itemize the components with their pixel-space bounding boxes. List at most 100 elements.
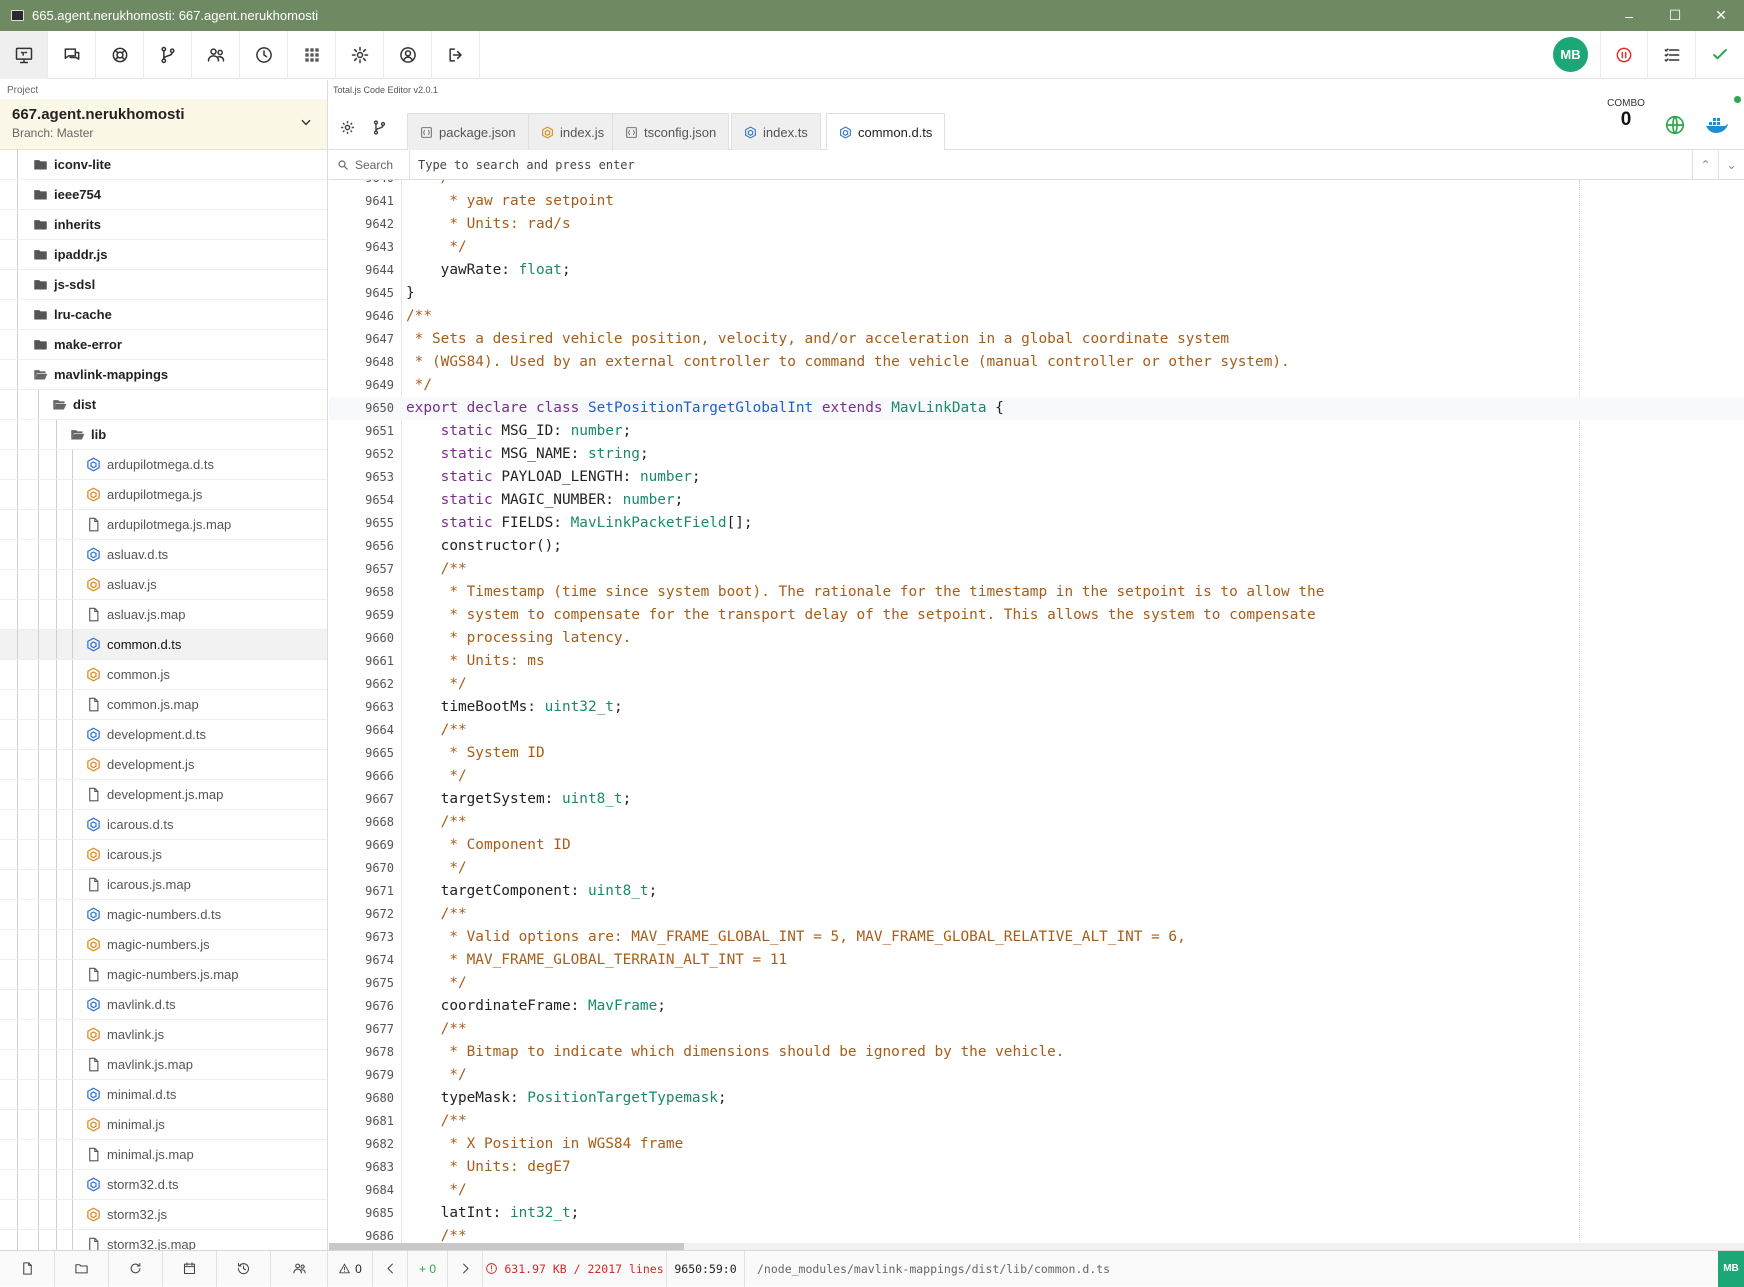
- code-line: 9644 yawRate: float;: [329, 259, 1744, 282]
- history-icon[interactable]: [217, 1250, 271, 1287]
- tree-item[interactable]: storm32.js.map: [0, 1230, 327, 1250]
- globe-icon[interactable]: [1659, 108, 1691, 142]
- code-token: ;: [717, 1090, 727, 1106]
- tree-item[interactable]: ardupilotmega.d.ts: [0, 450, 327, 480]
- file-icon[interactable]: [0, 1250, 55, 1287]
- branch-icon[interactable]: [144, 31, 192, 79]
- tree-item[interactable]: minimal.js.map: [0, 1140, 327, 1170]
- search-prev-button[interactable]: ⌃: [1692, 149, 1718, 180]
- stop-icon[interactable]: [1600, 31, 1648, 79]
- tree-item[interactable]: common.js: [0, 660, 327, 690]
- folder-icon[interactable]: [55, 1250, 109, 1287]
- apps-icon[interactable]: [288, 31, 336, 79]
- line-text: * Timestamp (time since system boot). Th…: [406, 581, 1324, 604]
- line-text: /**: [406, 1018, 467, 1041]
- tree-guide: [56, 810, 57, 839]
- tree-item[interactable]: asluav.js: [0, 570, 327, 600]
- tab-package-json[interactable]: package.json: [407, 113, 529, 150]
- tree-item[interactable]: mavlink-mappings: [0, 360, 327, 390]
- code-line: 9650 export declare class SetPositionTarg…: [329, 397, 1744, 420]
- tree-item[interactable]: js-sdsl: [0, 270, 327, 300]
- maximize-button[interactable]: ☐: [1652, 0, 1698, 31]
- scrollbar-thumb[interactable]: [329, 1243, 684, 1250]
- user-avatar[interactable]: MB: [1553, 37, 1588, 72]
- close-button[interactable]: ✕: [1698, 0, 1744, 31]
- user-circle-icon[interactable]: [384, 31, 432, 79]
- tree-item[interactable]: magic-numbers.d.ts: [0, 900, 327, 930]
- settings-icon[interactable]: [331, 110, 363, 144]
- code-editor[interactable]: 9640 /**9641 * yaw rate setpoint9642 * U…: [329, 180, 1744, 1246]
- tree-item[interactable]: common.js.map: [0, 690, 327, 720]
- tree-item[interactable]: icarous.js: [0, 840, 327, 870]
- tab-index-js[interactable]: index.js: [528, 113, 618, 150]
- warnings[interactable]: 0: [328, 1250, 373, 1287]
- chevron-right-icon[interactable]: [448, 1250, 483, 1287]
- tree-item[interactable]: magic-numbers.js: [0, 930, 327, 960]
- lifebuoy-icon[interactable]: [96, 31, 144, 79]
- tree-item[interactable]: common.d.ts: [0, 630, 327, 660]
- tree-item[interactable]: minimal.d.ts: [0, 1080, 327, 1110]
- changes-count[interactable]: + 0: [408, 1250, 448, 1287]
- search-input[interactable]: Type to search and press enter: [409, 149, 1692, 180]
- team-icon[interactable]: [271, 1250, 328, 1287]
- search-next-button[interactable]: ⌄: [1718, 149, 1744, 180]
- tree-item[interactable]: mavlink.js.map: [0, 1050, 327, 1080]
- json-file-icon: [625, 126, 638, 139]
- logout-icon[interactable]: [432, 31, 480, 79]
- checklist-icon[interactable]: [1648, 31, 1696, 79]
- tree-item[interactable]: asluav.d.ts: [0, 540, 327, 570]
- tree-item[interactable]: development.js.map: [0, 780, 327, 810]
- clock-icon[interactable]: [240, 31, 288, 79]
- git-branch-icon[interactable]: [363, 110, 395, 144]
- tree-item[interactable]: mavlink.d.ts: [0, 990, 327, 1020]
- project-selector[interactable]: 667.agent.nerukhomosti Branch: Master: [0, 99, 327, 150]
- gear-icon[interactable]: [336, 31, 384, 79]
- js-file-icon: [86, 667, 101, 682]
- users-icon[interactable]: [192, 31, 240, 79]
- tree-item-label: development.js: [107, 757, 195, 772]
- tree-item[interactable]: make-error: [0, 330, 327, 360]
- check-icon[interactable]: [1696, 31, 1744, 79]
- docker-icon[interactable]: [1701, 108, 1733, 142]
- tree-guide: [38, 1230, 39, 1250]
- tree-item[interactable]: ieee754: [0, 180, 327, 210]
- tree-guide: [17, 1020, 18, 1049]
- tab-tsconfig-json[interactable]: tsconfig.json: [612, 113, 730, 150]
- tree-guide: [17, 780, 18, 809]
- tree-item[interactable]: iconv-lite: [0, 150, 327, 180]
- tree-item[interactable]: magic-numbers.js.map: [0, 960, 327, 990]
- tree-guide: [17, 450, 18, 479]
- tree-guide: [38, 540, 39, 569]
- minimize-button[interactable]: –: [1606, 0, 1652, 31]
- tree-item[interactable]: minimal.js: [0, 1110, 327, 1140]
- tree-item[interactable]: ardupilotmega.js.map: [0, 510, 327, 540]
- tree-item[interactable]: inherits: [0, 210, 327, 240]
- tree-item[interactable]: mavlink.js: [0, 1020, 327, 1050]
- tree-item[interactable]: asluav.js.map: [0, 600, 327, 630]
- horizontal-scrollbar[interactable]: [329, 1243, 1744, 1250]
- tree-guide: [38, 630, 39, 659]
- status-avatar[interactable]: MB: [1718, 1250, 1744, 1287]
- alert-circle-icon: [486, 1263, 498, 1274]
- tree-item[interactable]: ardupilotmega.js: [0, 480, 327, 510]
- desktop-icon[interactable]: [0, 31, 48, 79]
- tree-guide: [56, 990, 57, 1019]
- tree-item[interactable]: icarous.js.map: [0, 870, 327, 900]
- tree-item-label: iconv-lite: [54, 157, 112, 172]
- tree-item[interactable]: ipaddr.js: [0, 240, 327, 270]
- tree-item[interactable]: lru-cache: [0, 300, 327, 330]
- tab-index-ts[interactable]: index.ts: [731, 113, 821, 150]
- tree-item[interactable]: dist: [0, 390, 327, 420]
- tree-item[interactable]: icarous.d.ts: [0, 810, 327, 840]
- calendar-icon[interactable]: [163, 1250, 217, 1287]
- tree-item[interactable]: lib: [0, 420, 327, 450]
- tree-item[interactable]: development.js: [0, 750, 327, 780]
- tree-item-label: ardupilotmega.d.ts: [107, 457, 214, 472]
- chat-icon[interactable]: [48, 31, 96, 79]
- tree-item[interactable]: storm32.js: [0, 1200, 327, 1230]
- refresh-icon[interactable]: [109, 1250, 163, 1287]
- chevron-left-icon[interactable]: [373, 1250, 408, 1287]
- tree-item[interactable]: storm32.d.ts: [0, 1170, 327, 1200]
- tree-item[interactable]: development.d.ts: [0, 720, 327, 750]
- tab-common-d-ts[interactable]: common.d.ts: [826, 113, 946, 151]
